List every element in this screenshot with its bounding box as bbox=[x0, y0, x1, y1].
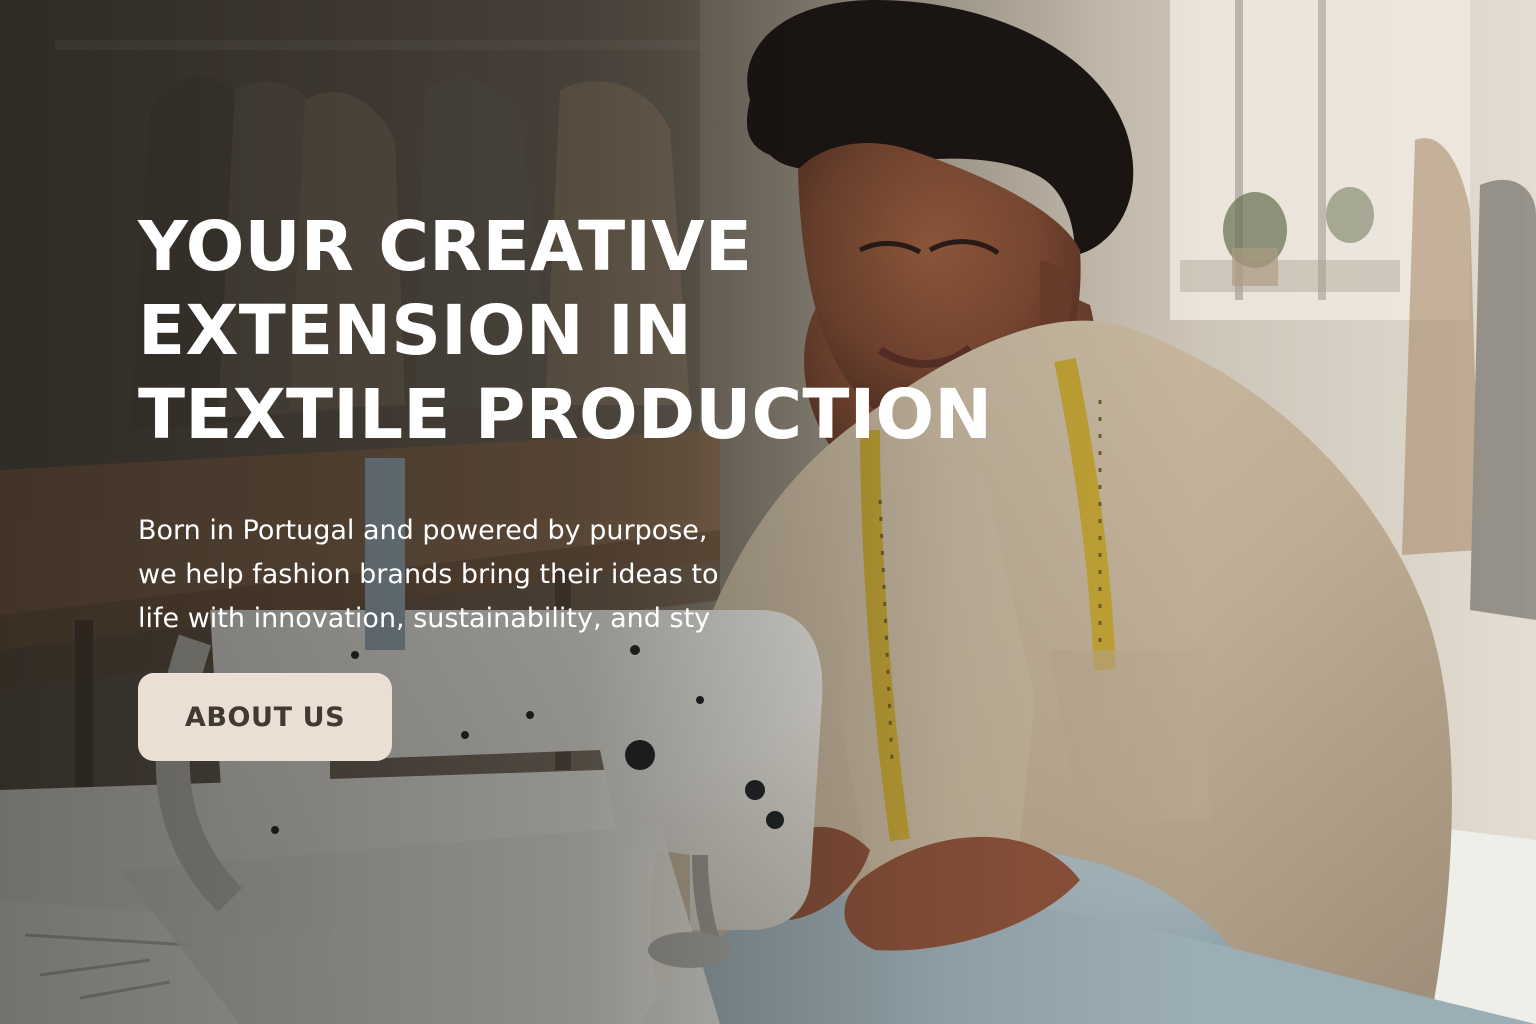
hero-headline-line-1: YOUR CREATIVE bbox=[138, 207, 753, 287]
hero-section: YOUR CREATIVE EXTENSION IN TEXTILE PRODU… bbox=[0, 0, 1536, 1024]
hero-description-line-2: we help fashion brands bring their ideas… bbox=[138, 559, 719, 590]
hero-content: YOUR CREATIVE EXTENSION IN TEXTILE PRODU… bbox=[138, 205, 993, 761]
hero-headline: YOUR CREATIVE EXTENSION IN TEXTILE PRODU… bbox=[138, 205, 993, 457]
about-us-button[interactable]: ABOUT US bbox=[138, 673, 392, 761]
hero-headline-line-3: TEXTILE PRODUCTION bbox=[138, 375, 993, 455]
hero-description-line-3: life with innovation, sustainability, an… bbox=[138, 603, 711, 634]
hero-description-line-1: Born in Portugal and powered by purpose, bbox=[138, 515, 708, 546]
hero-headline-line-2: EXTENSION IN bbox=[138, 291, 692, 371]
hero-description: Born in Portugal and powered by purpose,… bbox=[138, 509, 798, 641]
